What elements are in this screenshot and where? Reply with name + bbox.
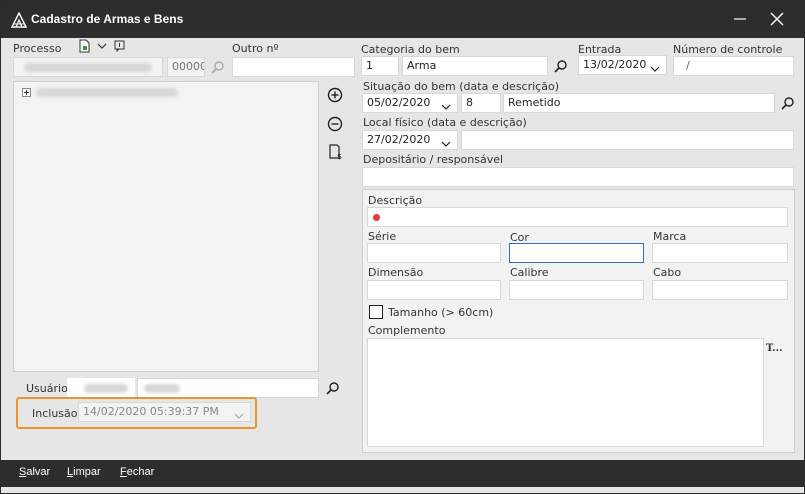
- usuario-code-field[interactable]: [67, 378, 135, 398]
- inclusao-value: 14/02/2020 05:39:37 PM: [83, 405, 219, 418]
- redacted-text: [144, 384, 180, 393]
- categoria-code-field[interactable]: 1: [361, 56, 399, 76]
- processo-number-field[interactable]: 00000: [167, 57, 205, 77]
- app-logo-icon: [10, 11, 28, 28]
- remove-circle-icon[interactable]: [327, 116, 343, 132]
- local-date: 27/02/2020: [367, 133, 431, 146]
- chevron-down-icon[interactable]: [441, 136, 451, 147]
- close-button[interactable]: [763, 6, 791, 32]
- descricao-field[interactable]: [367, 207, 788, 227]
- usuario-name-field[interactable]: [137, 378, 319, 398]
- processo-label: Processo: [13, 42, 62, 55]
- processo-field[interactable]: [13, 57, 163, 77]
- complemento-label: Complemento: [368, 324, 446, 337]
- situacao-date: 05/02/2020: [367, 96, 431, 109]
- window-title: Cadastro de Armas e Bens: [31, 12, 184, 26]
- window: Cadastro de Armas e Bens Processo Outro …: [0, 0, 805, 494]
- redacted-text: [84, 384, 128, 393]
- salvar-button[interactable]: Salvar: [19, 466, 50, 478]
- chevron-down-icon[interactable]: [650, 61, 660, 72]
- marca-label: Marca: [653, 230, 687, 243]
- tamanho-checkbox[interactable]: [369, 305, 383, 319]
- entrada-value: 13/02/2020: [583, 58, 647, 71]
- controle-label: Número de controle: [673, 43, 783, 56]
- required-indicator-icon: [373, 214, 380, 221]
- cor-field[interactable]: [509, 243, 644, 263]
- situacao-desc-field[interactable]: Remetido: [503, 93, 775, 113]
- search-icon[interactable]: [553, 58, 569, 74]
- fechar-button[interactable]: Fechar: [120, 466, 154, 478]
- serie-field[interactable]: [367, 243, 501, 263]
- bottom-toolbar: Salvar Limpar Fechar: [1, 460, 804, 487]
- svg-text:$: $: [337, 152, 342, 161]
- cabo-label: Cabo: [653, 266, 682, 279]
- search-icon[interactable]: [780, 95, 796, 111]
- depositario-label: Depositário / responsável: [363, 153, 504, 166]
- new-document-icon[interactable]: [77, 39, 91, 53]
- title-bar: Cadastro de Armas e Bens: [1, 1, 804, 38]
- expand-icon[interactable]: [21, 87, 32, 98]
- add-circle-icon[interactable]: [327, 87, 343, 103]
- chevron-down-icon[interactable]: [96, 41, 108, 51]
- calibre-label: Calibre: [510, 266, 549, 279]
- chevron-down-icon[interactable]: [441, 99, 451, 110]
- local-desc-field[interactable]: [461, 130, 794, 150]
- usuario-label: Usuário: [26, 382, 68, 395]
- outro-label: Outro nº: [232, 42, 279, 55]
- entrada-date-field[interactable]: 13/02/2020: [578, 55, 667, 75]
- controle-field[interactable]: /: [673, 56, 794, 76]
- search-icon[interactable]: [210, 59, 226, 75]
- situacao-date-field[interactable]: 05/02/2020: [362, 93, 458, 113]
- descricao-label: Descrição: [368, 194, 423, 207]
- bookmark-icon[interactable]: [113, 40, 125, 52]
- complemento-textarea[interactable]: [367, 338, 764, 447]
- outro-field[interactable]: [232, 57, 355, 77]
- cabo-field[interactable]: [652, 280, 788, 300]
- depositario-field[interactable]: [362, 167, 794, 187]
- limpar-button[interactable]: Limpar: [67, 466, 101, 478]
- situacao-label: Situação do bem (data e descrição): [363, 80, 559, 93]
- serie-label: Série: [368, 230, 397, 243]
- tree-node-redacted: [36, 88, 178, 97]
- local-date-field[interactable]: 27/02/2020: [362, 130, 458, 150]
- document-money-icon[interactable]: $: [327, 143, 345, 161]
- redacted-text: [24, 63, 152, 72]
- categoria-label: Categoria do bem: [361, 43, 460, 56]
- minimize-button[interactable]: [726, 6, 754, 32]
- local-label: Local físico (data e descrição): [363, 116, 527, 129]
- process-tree[interactable]: [13, 81, 319, 372]
- chevron-down-icon[interactable]: [234, 408, 244, 419]
- marca-field[interactable]: [652, 243, 788, 263]
- categoria-name-field[interactable]: Arma: [402, 56, 548, 76]
- inclusao-label: Inclusão: [32, 407, 78, 420]
- calibre-field[interactable]: [509, 280, 644, 300]
- tamanho-label: Tamanho (> 60cm): [388, 306, 494, 319]
- situacao-code-field[interactable]: 8: [461, 93, 501, 113]
- text-format-button[interactable]: T...: [766, 343, 783, 354]
- search-icon[interactable]: [325, 380, 341, 396]
- dimensao-field[interactable]: [367, 280, 501, 300]
- dimensao-label: Dimensão: [368, 266, 424, 279]
- inclusao-datetime[interactable]: 14/02/2020 05:39:37 PM: [78, 402, 251, 422]
